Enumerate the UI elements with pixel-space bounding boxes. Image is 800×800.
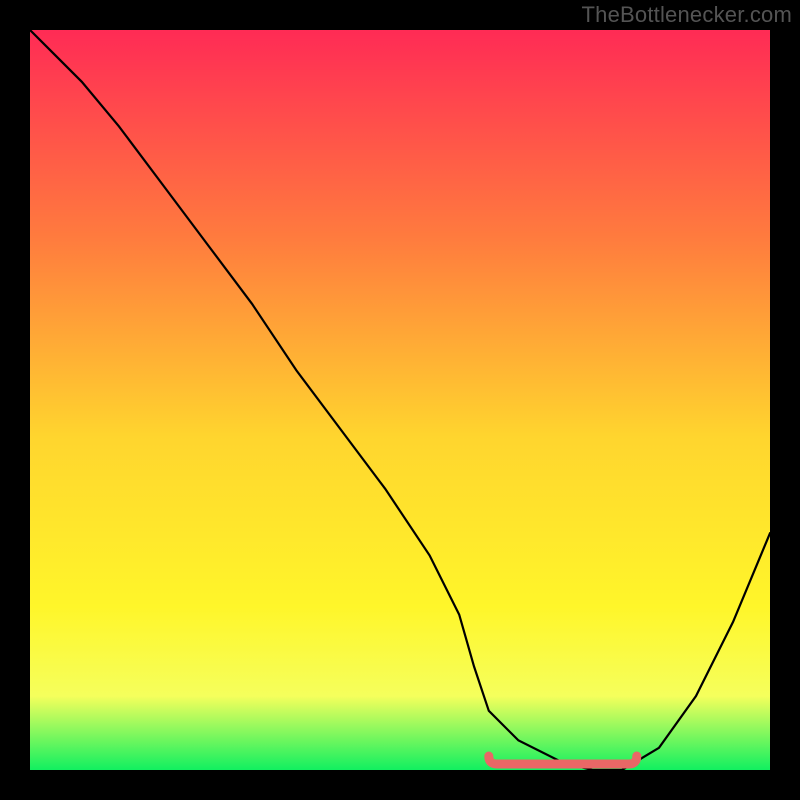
watermark-text: TheBottlenecker.com xyxy=(582,2,792,28)
gradient-background xyxy=(30,30,770,770)
chart-stage: TheBottlenecker.com xyxy=(0,0,800,800)
bottleneck-chart xyxy=(0,0,800,800)
